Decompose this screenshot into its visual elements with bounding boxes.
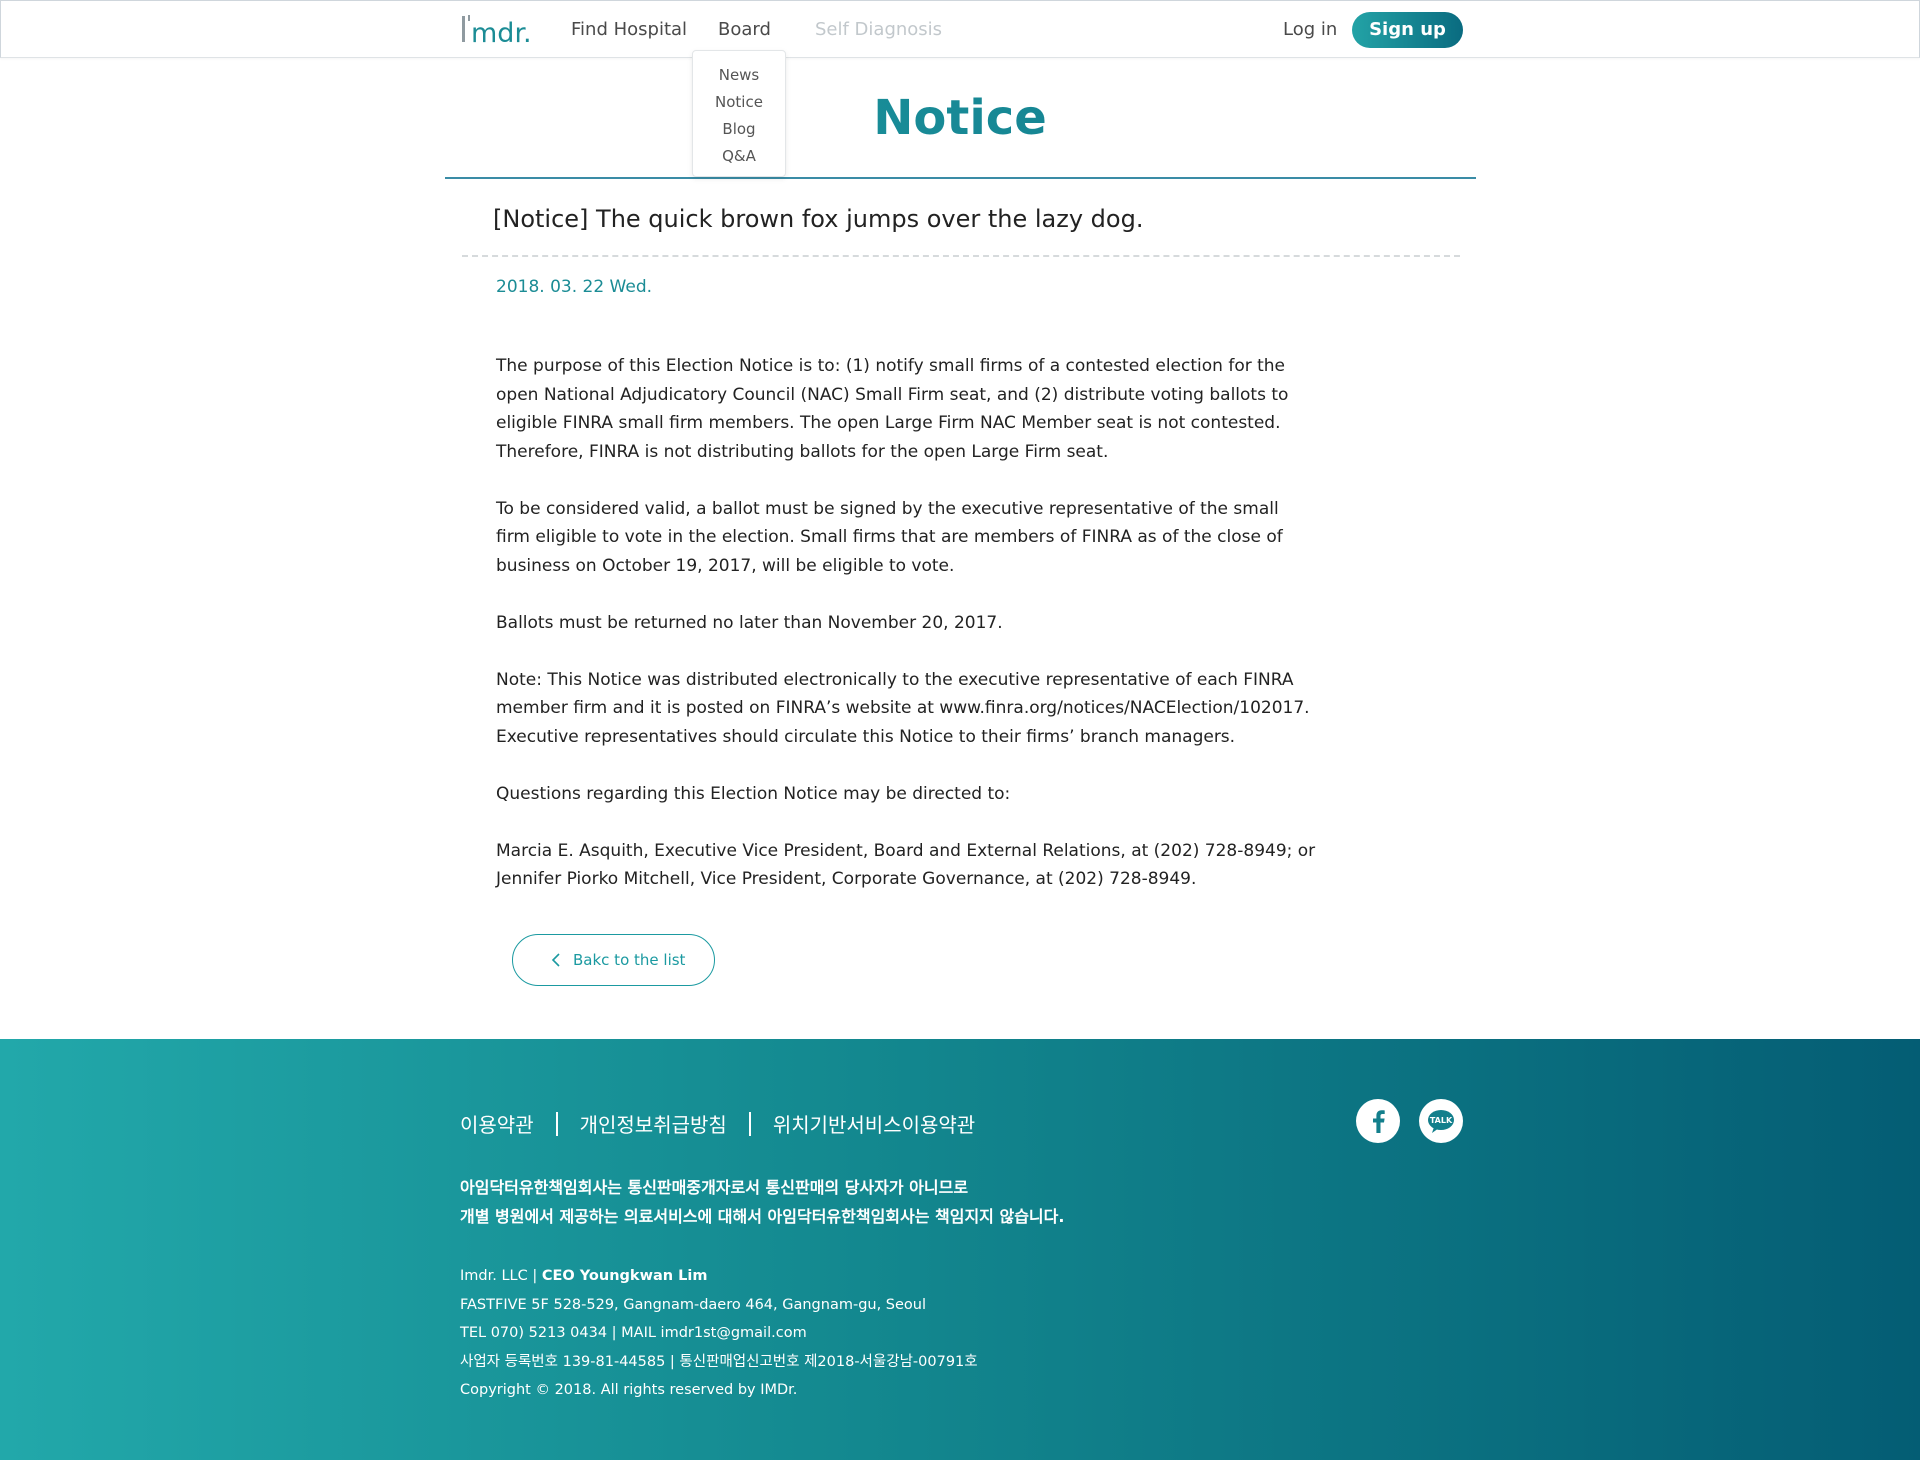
footer-separator [748, 1112, 751, 1136]
page-title: Notice [0, 90, 1920, 146]
footer-separator [555, 1112, 558, 1136]
title-divider [445, 177, 1476, 179]
footer-address: FASTFIVE 5F 528-529, Gangnam-daero 464, … [460, 1296, 927, 1313]
signup-button[interactable]: Sign up [1352, 12, 1463, 48]
dashed-divider [462, 255, 1460, 257]
login-link[interactable]: Log in [1283, 19, 1337, 40]
menu-item-qa[interactable]: Q&A [693, 146, 785, 173]
post-heading: [Notice] The quick brown fox jumps over … [493, 205, 1144, 233]
back-to-list-button[interactable]: Bakc to the list [512, 934, 715, 986]
post-body: The purpose of this Election Notice is t… [496, 352, 1316, 922]
post-paragraph: The purpose of this Election Notice is t… [496, 356, 1289, 462]
post-paragraph: Marcia E. Asquith, Executive Vice Presid… [496, 840, 1316, 890]
nav-find-hospital[interactable]: Find Hospital [571, 19, 687, 40]
footer-company-info: Imdr. LLC | CEO Youngkwan Lim FASTFIVE 5… [460, 1262, 978, 1405]
kakao-talk-icon: TALK [1428, 1110, 1454, 1133]
footer-disclaimer: 아임닥터유한책임회사는 통신판매중개자로서 통신판매의 당사자가 아니므로 개별… [460, 1174, 1064, 1231]
post-date: 2018. 03. 22 Wed. [496, 277, 653, 297]
svg-text:mdr.: mdr. [471, 18, 532, 47]
post-paragraph: To be considered valid, a ballot must be… [496, 498, 1283, 576]
footer-ceo: CEO Youngkwan Lim [541, 1268, 708, 1284]
footer-registration: 사업자 등록번호 139-81-44585 | 통신판매업신고번호 제2018-… [460, 1353, 978, 1370]
footer-disclaimer-line: 아임닥터유한책임회사는 통신판매중개자로서 통신판매의 당사자가 아니므로 [460, 1178, 969, 1197]
post-paragraph: Questions regarding this Election Notice… [496, 783, 1011, 804]
footer-disclaimer-line: 개별 병원에서 제공하는 의료서비스에 대해서 아임닥터유한책임회사는 책임지지… [460, 1206, 1065, 1226]
footer-link-privacy[interactable]: 개인정보취급방침 [580, 1113, 727, 1137]
imdr-logo[interactable]: mdr. [461, 13, 541, 47]
board-dropdown-menu: News Notice Blog Q&A [692, 50, 786, 177]
footer-contact: TEL 070) 5213 0434 | MAIL imdr1st@gmail.… [460, 1325, 807, 1341]
footer-link-location-terms[interactable]: 위치기반서비스이용약관 [773, 1113, 975, 1137]
menu-item-blog[interactable]: Blog [693, 119, 785, 146]
footer-links: 이용약관 개인정보취급방침 위치기반서비스이용약관 [460, 1109, 975, 1138]
talk-label: TALK [1430, 1116, 1453, 1125]
nav-board[interactable]: Board [718, 19, 771, 40]
menu-item-notice[interactable]: Notice [693, 92, 785, 119]
top-navigation-bar: mdr. Find Hospital Board Self Diagnosis … [0, 0, 1920, 58]
menu-item-news[interactable]: News [693, 65, 785, 92]
post-paragraph: Note: This Notice was distributed electr… [496, 669, 1310, 747]
chevron-left-icon [551, 953, 560, 967]
footer-copyright: Copyright © 2018. All rights reserved by… [460, 1382, 798, 1398]
site-footer: 이용약관 개인정보취급방침 위치기반서비스이용약관 아임닥터유한책임회사는 통신판매… [0, 1039, 1920, 1460]
footer-company: Imdr. LLC | [460, 1268, 542, 1284]
back-to-list-label: Bakc to the list [573, 951, 686, 969]
footer-company-line: Imdr. LLC | CEO Youngkwan Lim [460, 1262, 978, 1291]
facebook-button[interactable] [1356, 1099, 1400, 1143]
kakao-talk-button[interactable]: TALK [1419, 1099, 1463, 1143]
facebook-icon [1373, 1110, 1385, 1133]
post-paragraph: Ballots must be returned no later than N… [496, 612, 1003, 633]
footer-link-terms[interactable]: 이용약관 [460, 1113, 534, 1137]
nav-self-diagnosis[interactable]: Self Diagnosis [815, 19, 942, 40]
